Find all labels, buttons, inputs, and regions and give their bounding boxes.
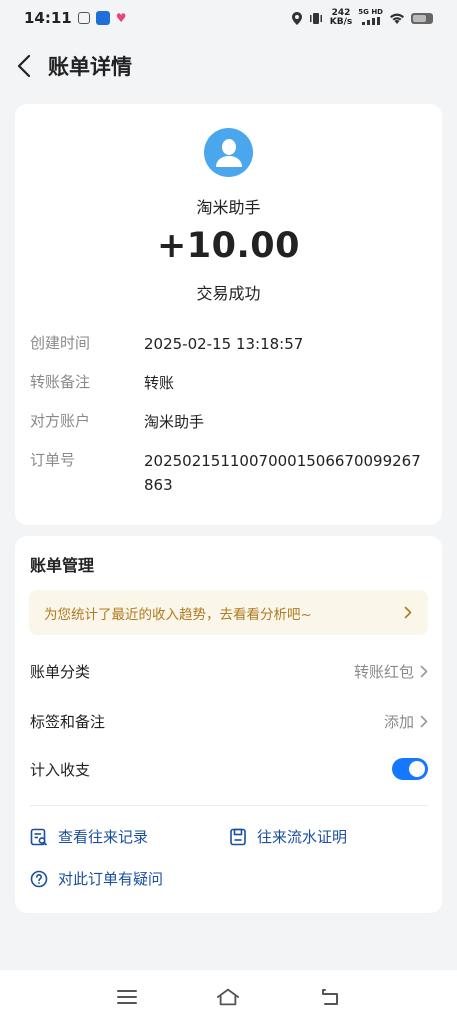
detail-row-counterparty-account: 对方账户 淘米助手 (30, 410, 430, 434)
system-nav-bar (0, 970, 457, 1024)
counterparty-name: 淘米助手 (196, 198, 261, 217)
detail-label: 对方账户 (30, 412, 91, 430)
avatar (204, 128, 253, 177)
bill-category-row[interactable]: 账单分类 转账红包 (30, 657, 428, 685)
vibrate-icon (309, 12, 322, 24)
order-question-label: 对此订单有疑问 (58, 870, 164, 888)
network-type: 5G HD (358, 8, 383, 16)
divider (30, 805, 428, 806)
chevron-left-icon (17, 54, 31, 78)
tags-label: 标签和备注 (30, 712, 106, 731)
tags-notes-row[interactable]: 标签和备注 添加 (30, 707, 428, 735)
document-icon (230, 828, 246, 845)
speed-unit: KB/s (329, 17, 353, 27)
detail-row-order-number: 订单号 20250215110070001506670099267863 (30, 449, 430, 497)
tags-value: 添加 (384, 711, 428, 732)
location-icon (291, 11, 302, 25)
record-search-icon (30, 828, 48, 846)
count-in-budget-row: 计入收支 (30, 755, 428, 783)
chevron-right-icon (420, 715, 428, 727)
detail-row-transfer-note: 转账备注 转账 (30, 371, 430, 395)
transaction-card: 淘米助手 +10.00 交易成功 创建时间 2025-02-15 13:18:5… (15, 104, 442, 525)
view-history-link[interactable]: 查看往来记录 (30, 826, 148, 847)
chevron-right-icon (420, 665, 428, 677)
back-button[interactable] (0, 36, 48, 96)
home-icon (216, 988, 240, 1006)
status-bar: 14:11 ♥ 242 KB/s 5G HD (0, 0, 457, 36)
app-notification-icon (95, 11, 110, 25)
return-icon (322, 989, 338, 1005)
header: 账单详情 (0, 36, 457, 96)
count-in-budget-toggle[interactable] (392, 758, 428, 780)
transaction-amount: +10.00 (156, 226, 301, 266)
wifi-icon (390, 13, 404, 24)
heart-notification-icon: ♥ (115, 11, 127, 25)
bill-management-card: 账单管理 为您统计了最近的收入趋势，去看看分析吧~ 账单分类 转账红包 标签和备… (15, 536, 442, 913)
category-label: 账单分类 (30, 662, 91, 681)
detail-label: 转账备注 (30, 373, 91, 391)
section-title: 账单管理 (30, 556, 95, 575)
chevron-right-icon (404, 606, 412, 619)
tags-value-text: 添加 (383, 712, 414, 731)
transaction-status: 交易成功 (196, 284, 261, 303)
user-icon (215, 138, 242, 167)
return-button[interactable] (318, 986, 342, 1008)
statement-proof-link[interactable]: 往来流水证明 (229, 826, 347, 847)
count-label: 计入收支 (30, 760, 91, 779)
question-icon (30, 870, 48, 887)
status-time: 14:11 (24, 9, 72, 27)
battery-icon (411, 12, 433, 24)
gallery-app-icon (77, 12, 90, 24)
order-question-link[interactable]: 对此订单有疑问 (30, 868, 163, 889)
view-history-label: 查看往来记录 (58, 828, 149, 846)
income-trend-banner[interactable]: 为您统计了最近的收入趋势，去看看分析吧~ (29, 590, 428, 635)
menu-icon (117, 990, 137, 1004)
signal-icon (361, 17, 380, 25)
detail-value: 淘米助手 (144, 413, 205, 431)
detail-value: 2025-02-15 13:18:57 (144, 335, 304, 353)
page-title: 账单详情 (48, 55, 132, 79)
banner-text: 为您统计了最近的收入趋势，去看看分析吧~ (44, 606, 312, 623)
category-value-text: 转账红包 (353, 662, 414, 681)
menu-button[interactable] (115, 986, 139, 1008)
detail-label: 订单号 (30, 451, 76, 469)
statement-proof-label: 往来流水证明 (257, 828, 348, 846)
category-value: 转账红包 (354, 661, 428, 682)
network-indicator: 5G HD (358, 8, 383, 28)
network-speed: 242 KB/s (330, 9, 352, 27)
detail-label: 创建时间 (30, 334, 91, 352)
detail-value[interactable]: 20250215110070001506670099267863 (144, 449, 430, 497)
detail-row-created-time: 创建时间 2025-02-15 13:18:57 (30, 332, 430, 356)
home-button[interactable] (216, 986, 240, 1008)
detail-value: 转账 (144, 374, 175, 392)
